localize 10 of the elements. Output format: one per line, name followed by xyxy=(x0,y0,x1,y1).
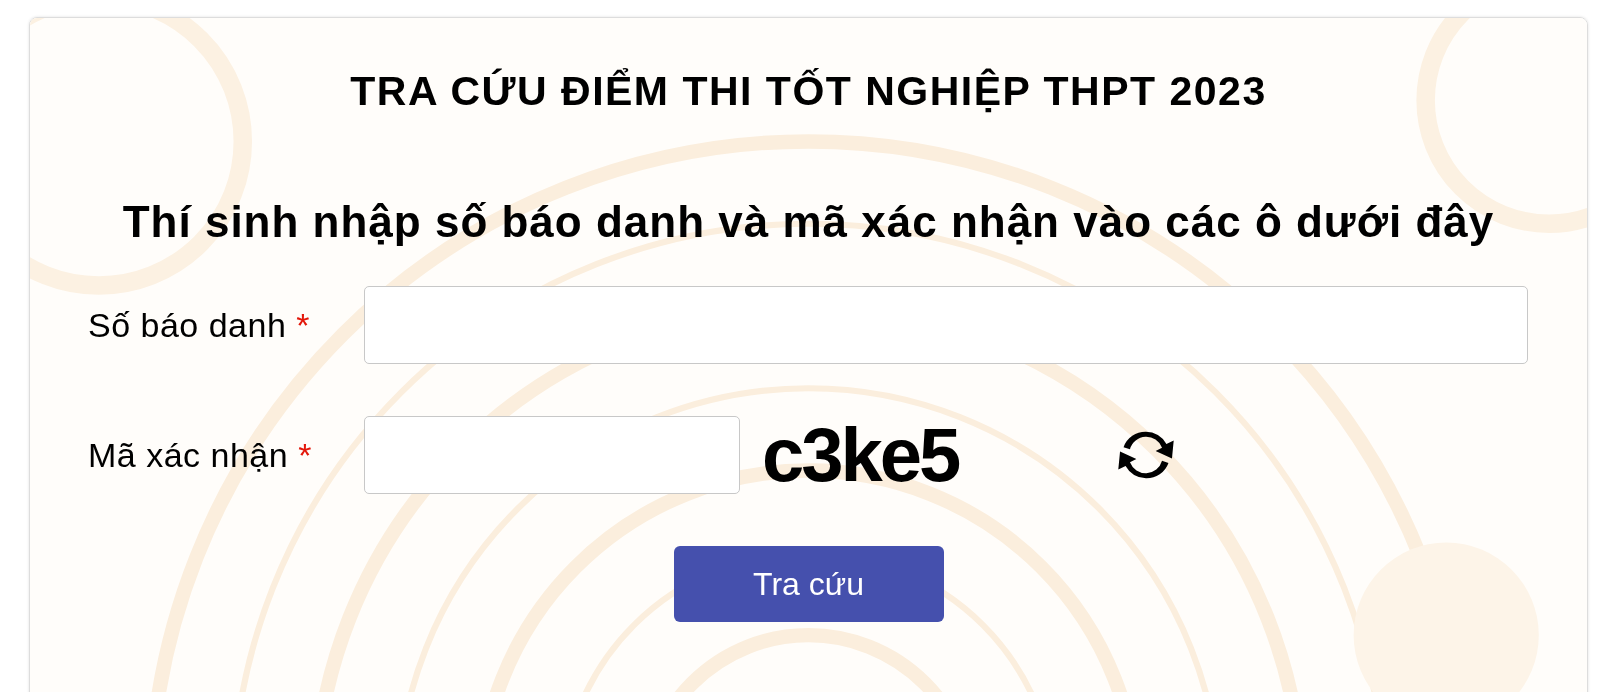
search-button[interactable]: Tra cứu xyxy=(673,546,944,622)
field-label: Số báo danh xyxy=(88,305,287,344)
captcha-code: c3ke5 xyxy=(762,417,959,493)
input-field[interactable] xyxy=(364,286,1528,364)
input-field[interactable] xyxy=(364,416,740,494)
page-title: TRA CỨU ĐIỂM THI TỐT NGHIỆP THPT 2023 xyxy=(349,68,1268,114)
required-mark: * xyxy=(298,435,312,474)
required-mark: * xyxy=(296,305,311,344)
field-label: Mã xác nhận xyxy=(88,435,289,474)
instruction-heading: Thí sinh nhập số báo danh và mã xác nhận vào các ô dưới đây xyxy=(121,196,1496,248)
